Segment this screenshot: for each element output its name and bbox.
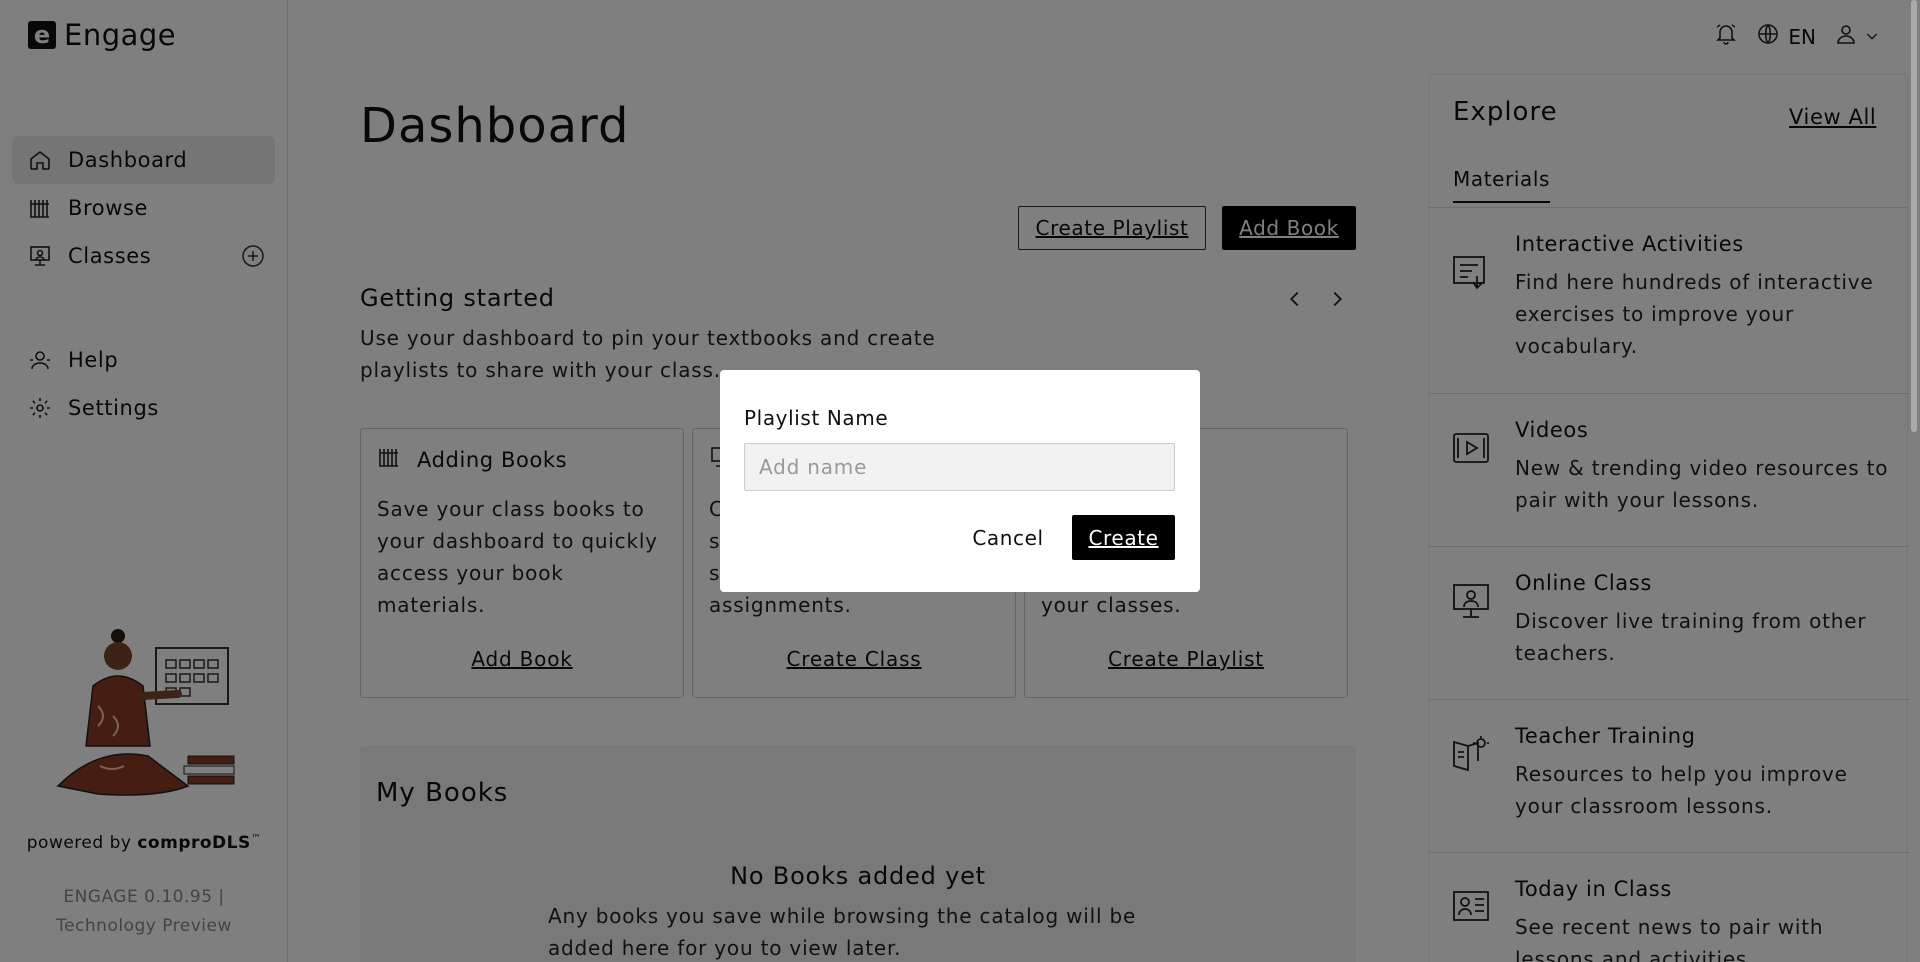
playlist-name-input[interactable] — [744, 443, 1175, 491]
scrollbar[interactable] — [1906, 0, 1920, 962]
create-playlist-dialog: Playlist Name Cancel Create — [720, 370, 1200, 592]
playlist-name-label: Playlist Name — [744, 406, 889, 430]
cancel-button[interactable]: Cancel — [966, 516, 1050, 560]
scrollbar-thumb[interactable] — [1911, 0, 1917, 432]
create-button[interactable]: Create — [1072, 515, 1175, 560]
